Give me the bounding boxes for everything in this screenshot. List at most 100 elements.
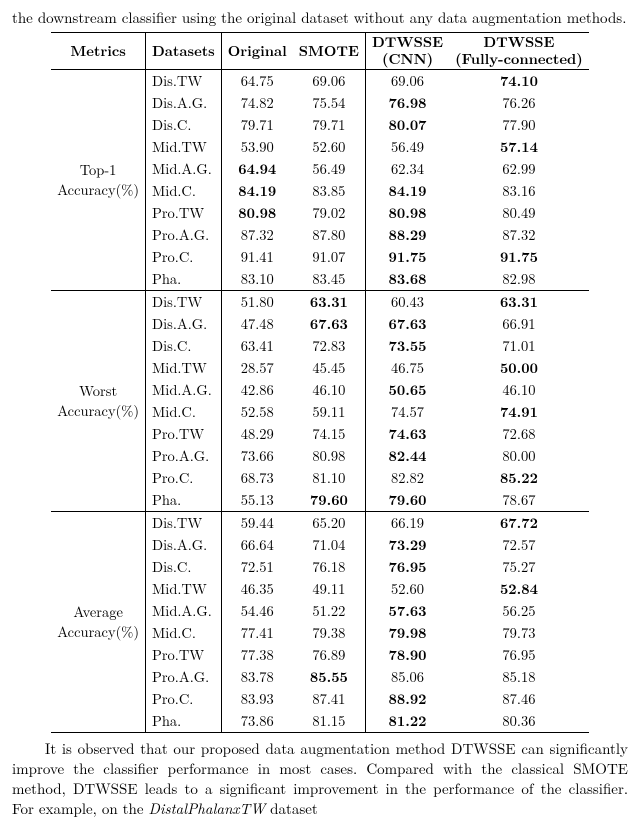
col-metrics: Metrics xyxy=(51,33,145,69)
value-cell: 79.71 xyxy=(293,114,366,136)
value-cell: 87.32 xyxy=(221,224,293,246)
value-cell: 59.44 xyxy=(221,511,293,534)
value-cell: 54.46 xyxy=(221,600,293,622)
dataset-cell: Pro.TW xyxy=(146,423,222,445)
value-cell: 79.38 xyxy=(293,622,366,644)
col-datasets: Datasets xyxy=(146,33,222,69)
dataset-cell: Pro.A.G. xyxy=(146,224,222,246)
dataset-cell: Mid.A.G. xyxy=(146,158,222,180)
value-cell: 85.18 xyxy=(449,666,589,688)
dataset-cell: Mid.TW xyxy=(146,357,222,379)
value-cell: 80.07 xyxy=(365,114,449,136)
dataset-cell: Pha. xyxy=(146,710,222,733)
value-cell: 67.63 xyxy=(365,313,449,335)
value-cell: 45.45 xyxy=(293,357,366,379)
dataset-cell: Pro.TW xyxy=(146,644,222,666)
value-cell: 46.10 xyxy=(293,379,366,401)
value-cell: 76.98 xyxy=(365,92,449,114)
value-cell: 76.95 xyxy=(449,644,589,666)
dataset-cell: Pha. xyxy=(146,489,222,512)
value-cell: 63.31 xyxy=(449,290,589,313)
value-cell: 88.29 xyxy=(365,224,449,246)
dataset-cell: Mid.TW xyxy=(146,578,222,600)
value-cell: 81.22 xyxy=(365,710,449,733)
dataset-cell: Dis.C. xyxy=(146,556,222,578)
value-cell: 68.73 xyxy=(221,467,293,489)
value-cell: 88.92 xyxy=(365,688,449,710)
value-cell: 50.65 xyxy=(365,379,449,401)
value-cell: 91.07 xyxy=(293,246,366,268)
value-cell: 83.16 xyxy=(449,180,589,202)
value-cell: 76.89 xyxy=(293,644,366,666)
value-cell: 78.90 xyxy=(365,644,449,666)
value-cell: 51.80 xyxy=(221,290,293,313)
value-cell: 66.91 xyxy=(449,313,589,335)
value-cell: 83.45 xyxy=(293,268,366,291)
dataset-cell: Mid.A.G. xyxy=(146,379,222,401)
value-cell: 83.68 xyxy=(365,268,449,291)
value-cell: 79.02 xyxy=(293,202,366,224)
value-cell: 74.10 xyxy=(449,69,589,92)
value-cell: 80.98 xyxy=(221,202,293,224)
dataset-cell: Pro.C. xyxy=(146,688,222,710)
col-dtwsse-cnn: DTWSSE(CNN) xyxy=(365,33,449,69)
value-cell: 74.82 xyxy=(221,92,293,114)
value-cell: 80.00 xyxy=(449,445,589,467)
value-cell: 76.26 xyxy=(449,92,589,114)
value-cell: 28.57 xyxy=(221,357,293,379)
value-cell: 74.91 xyxy=(449,401,589,423)
value-cell: 46.10 xyxy=(449,379,589,401)
value-cell: 81.10 xyxy=(293,467,366,489)
value-cell: 63.31 xyxy=(293,290,366,313)
value-cell: 52.84 xyxy=(449,578,589,600)
value-cell: 79.98 xyxy=(365,622,449,644)
value-cell: 67.63 xyxy=(293,313,366,335)
value-cell: 82.98 xyxy=(449,268,589,291)
value-cell: 73.55 xyxy=(365,335,449,357)
value-cell: 82.82 xyxy=(365,467,449,489)
value-cell: 80.98 xyxy=(293,445,366,467)
value-cell: 56.49 xyxy=(293,158,366,180)
value-cell: 51.22 xyxy=(293,600,366,622)
dataset-cell: Pro.TW xyxy=(146,202,222,224)
value-cell: 76.95 xyxy=(365,556,449,578)
value-cell: 87.46 xyxy=(449,688,589,710)
value-cell: 50.00 xyxy=(449,357,589,379)
dataset-cell: Mid.C. xyxy=(146,622,222,644)
value-cell: 49.11 xyxy=(293,578,366,600)
value-cell: 66.19 xyxy=(365,511,449,534)
dataset-cell: Mid.A.G. xyxy=(146,600,222,622)
value-cell: 91.75 xyxy=(365,246,449,268)
value-cell: 80.36 xyxy=(449,710,589,733)
dataset-cell: Dis.TW xyxy=(146,511,222,534)
dataset-cell: Pro.A.G. xyxy=(146,666,222,688)
value-cell: 83.78 xyxy=(221,666,293,688)
value-cell: 46.35 xyxy=(221,578,293,600)
value-cell: 72.68 xyxy=(449,423,589,445)
value-cell: 83.85 xyxy=(293,180,366,202)
value-cell: 64.75 xyxy=(221,69,293,92)
value-cell: 87.80 xyxy=(293,224,366,246)
dataset-cell: Mid.TW xyxy=(146,136,222,158)
value-cell: 56.25 xyxy=(449,600,589,622)
dataset-cell: Dis.A.G. xyxy=(146,92,222,114)
value-cell: 79.60 xyxy=(365,489,449,512)
col-smote: SMOTE xyxy=(293,33,366,69)
value-cell: 62.34 xyxy=(365,158,449,180)
value-cell: 73.29 xyxy=(365,534,449,556)
value-cell: 77.38 xyxy=(221,644,293,666)
value-cell: 64.94 xyxy=(221,158,293,180)
dataset-cell: Mid.C. xyxy=(146,401,222,423)
value-cell: 63.41 xyxy=(221,335,293,357)
value-cell: 52.60 xyxy=(293,136,366,158)
results-table: Metrics Datasets Original SMOTE DTWSSE(C… xyxy=(51,32,589,732)
value-cell: 75.54 xyxy=(293,92,366,114)
value-cell: 87.41 xyxy=(293,688,366,710)
metric-cell: WorstAccuracy(%) xyxy=(51,290,145,511)
value-cell: 76.18 xyxy=(293,556,366,578)
value-cell: 74.15 xyxy=(293,423,366,445)
value-cell: 67.72 xyxy=(449,511,589,534)
value-cell: 69.06 xyxy=(365,69,449,92)
table-row: Top-1Accuracy(%)Dis.TW64.7569.0669.0674.… xyxy=(51,69,589,92)
dataset-cell: Pha. xyxy=(146,268,222,291)
